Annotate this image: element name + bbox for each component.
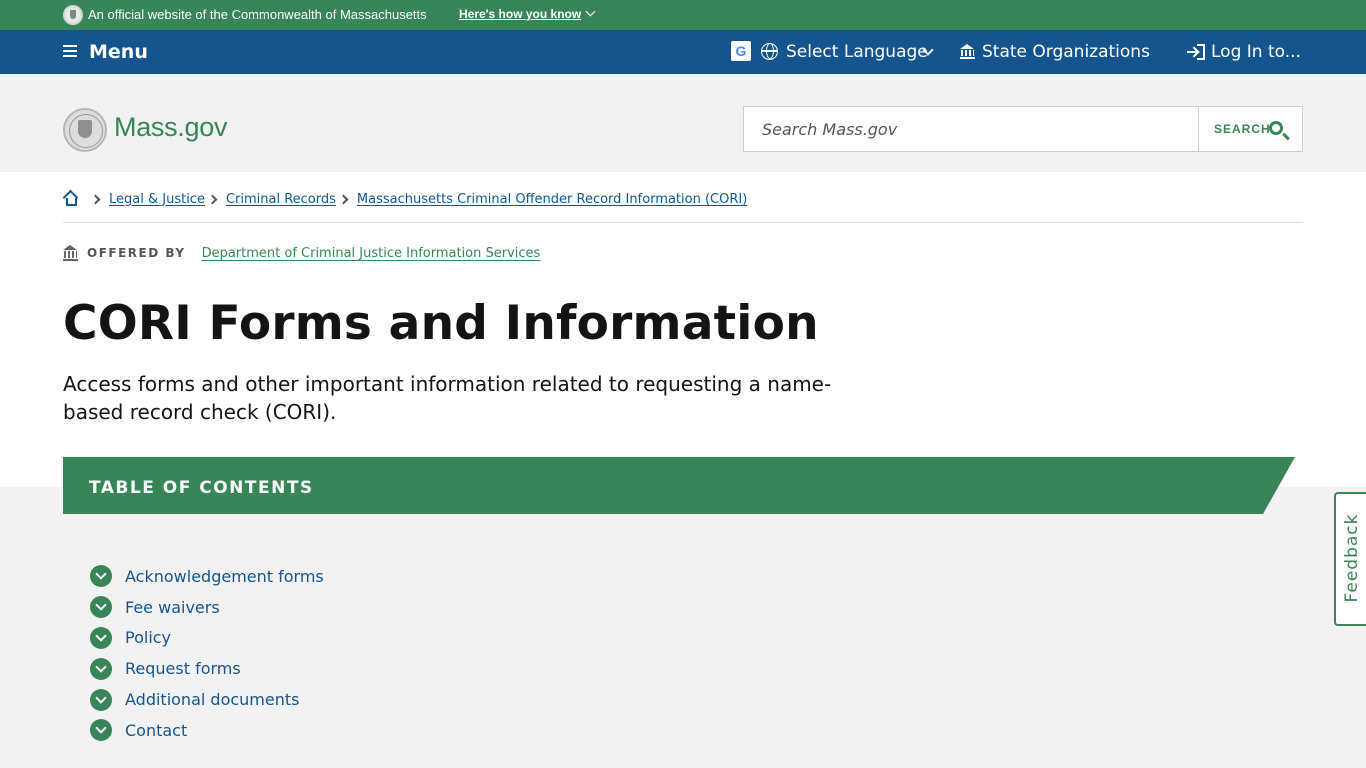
official-banner-text: An official website of the Commonwealth … <box>88 7 427 22</box>
mass-seal-icon <box>63 108 107 152</box>
globe-icon <box>761 43 778 60</box>
chevron-down-circle-icon <box>90 596 112 619</box>
chevron-down-circle-icon <box>90 688 112 711</box>
toc-link-additional-documents[interactable]: Additional documents <box>125 690 299 709</box>
heres-how-you-know-label: Here's how you know <box>459 7 582 21</box>
page-title: CORI Forms and Information <box>63 296 819 351</box>
breadcrumb-cori[interactable]: Massachusetts Criminal Offender Record I… <box>357 192 747 207</box>
login-icon <box>1187 44 1205 60</box>
offered-by-org-link[interactable]: Department of Criminal Justice Informati… <box>202 246 541 261</box>
chevron-right-icon <box>338 194 349 204</box>
offered-by: OFFERED BY Department of Criminal Justic… <box>63 245 540 261</box>
toc-item: Fee waivers <box>90 592 324 623</box>
search-button-label: SEARCH <box>1214 122 1271 136</box>
official-banner: An official website of the Commonwealth … <box>0 0 1366 30</box>
login-button[interactable]: Log In to... <box>1211 42 1301 62</box>
search-input[interactable] <box>744 107 1198 151</box>
chevron-right-icon <box>207 194 218 204</box>
feedback-label: Feedback <box>1342 513 1362 603</box>
breadcrumb: Legal & Justice Criminal Records Massach… <box>62 189 747 207</box>
toc-item: Contact <box>90 715 324 746</box>
toc-link-contact[interactable]: Contact <box>125 721 187 740</box>
logo-text: Mass.gov <box>114 112 228 142</box>
offered-by-label: OFFERED BY <box>87 246 186 260</box>
building-icon <box>960 44 975 59</box>
toc-item: Acknowledgement forms <box>90 561 324 592</box>
toc-item: Request forms <box>90 653 324 684</box>
toc-link-policy[interactable]: Policy <box>125 628 171 647</box>
chevron-right-icon <box>90 194 101 204</box>
google-translate-icon: G <box>731 41 751 61</box>
heres-how-you-know-link[interactable]: Here's how you know <box>459 6 596 21</box>
building-icon <box>63 245 78 261</box>
menu-button[interactable]: Menu <box>63 41 148 63</box>
toc-link-acknowledgement-forms[interactable]: Acknowledgement forms <box>125 567 324 586</box>
toc-link-request-forms[interactable]: Request forms <box>125 659 241 678</box>
chevron-down-circle-icon <box>90 719 112 742</box>
toc-link-fee-waivers[interactable]: Fee waivers <box>125 598 220 617</box>
search-button[interactable]: SEARCH <box>1198 106 1303 152</box>
breadcrumb-legal-justice[interactable]: Legal & Justice <box>109 192 205 207</box>
feedback-tab[interactable]: Feedback <box>1334 492 1366 626</box>
hamburger-icon <box>63 45 77 57</box>
toc-item: Additional documents <box>90 684 324 715</box>
toc-item: Policy <box>90 623 324 654</box>
chevron-down-circle-icon <box>90 626 112 649</box>
toc-title: TABLE OF CONTENTS <box>89 478 314 498</box>
state-organizations-button[interactable]: State Organizations <box>982 42 1150 62</box>
menu-label: Menu <box>89 41 148 63</box>
search-box <box>743 106 1199 152</box>
home-icon[interactable] <box>62 189 80 207</box>
chevron-down-icon <box>585 6 596 17</box>
chevron-down-circle-icon <box>90 565 112 588</box>
chevron-down-circle-icon <box>90 657 112 680</box>
divider <box>63 222 1303 223</box>
search-icon <box>1269 121 1283 135</box>
site-header: Mass.gov SEARCH <box>0 74 1366 172</box>
state-seal-icon <box>63 5 83 25</box>
utility-nav: Menu G Select Language State Organizatio… <box>0 30 1366 74</box>
page-lede: Access forms and other important informa… <box>63 372 832 424</box>
toc-list: Acknowledgement forms Fee waivers Policy… <box>90 561 324 746</box>
breadcrumb-criminal-records[interactable]: Criminal Records <box>226 192 336 207</box>
select-language-button[interactable]: Select Language <box>786 42 928 62</box>
toc-header: TABLE OF CONTENTS <box>63 457 1295 514</box>
